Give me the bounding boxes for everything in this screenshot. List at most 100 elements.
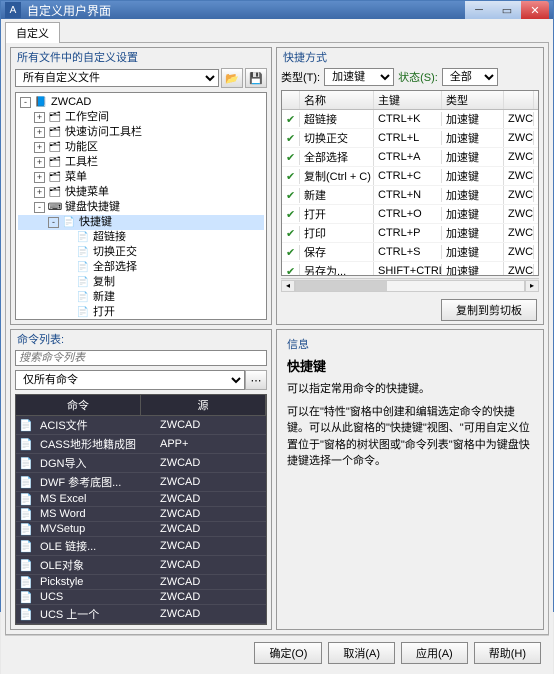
tab-customize[interactable]: 自定义	[5, 22, 60, 43]
open-file-button[interactable]: 📂	[221, 68, 243, 88]
footer: 确定(O) 取消(A) 应用(A) 帮助(H)	[5, 635, 549, 670]
main-window: A 自定义用户界面 ─ ▭ ✕ 自定义 所有文件中的自定义设置 所有自定义文件 …	[0, 0, 554, 612]
command-row[interactable]: 📄PickstyleZWCAD	[16, 575, 266, 590]
titlebar[interactable]: A 自定义用户界面 ─ ▭ ✕	[1, 1, 553, 19]
command-panel: 命令列表: 仅所有命令 ⋯ 命令源 📄ACIS文件ZWCAD📄CASS地形地籍成…	[10, 329, 272, 630]
save-file-button[interactable]: 💾	[245, 68, 267, 88]
shortcut-row[interactable]: ✔切换正交CTRL+L加速键ZWC	[282, 129, 538, 148]
scroll-right-icon[interactable]: ▸	[525, 280, 539, 292]
tree-node[interactable]: +🗂功能区	[18, 140, 264, 155]
maximize-button[interactable]: ▭	[493, 1, 521, 19]
expand-icon[interactable]: +	[34, 142, 45, 153]
expand-icon[interactable]: -	[48, 217, 59, 228]
node-label: 键盘快捷键	[65, 200, 120, 215]
command-row[interactable]: 📄ACIS文件ZWCAD	[16, 416, 266, 435]
tree-node[interactable]: 📄新建	[18, 290, 264, 305]
file-select[interactable]: 所有自定义文件	[15, 69, 219, 87]
type-select[interactable]: 加速键	[324, 68, 394, 86]
copy-clipboard-button[interactable]: 复制到剪切板	[441, 299, 537, 321]
node-label: 超链接	[93, 230, 126, 245]
shortcut-row[interactable]: ✔复制(Ctrl + C)CTRL+C加速键ZWC	[282, 167, 538, 186]
expand-icon[interactable]: +	[34, 172, 45, 183]
node-icon: 🗂	[48, 141, 62, 155]
shortcut-table[interactable]: 名称 主键 类型 ✔超链接CTRL+K加速键ZWC✔切换正交CTRL+L加速键Z…	[281, 90, 539, 276]
cmd-icon: 📄	[16, 559, 36, 572]
status-select[interactable]: 全部	[442, 68, 498, 86]
shortcut-row[interactable]: ✔超链接CTRL+K加速键ZWC	[282, 110, 538, 129]
info-heading: 快捷键	[287, 356, 533, 375]
info-p1: 可以指定常用命令的快捷键。	[287, 381, 533, 398]
tree-node[interactable]: 📄复制	[18, 275, 264, 290]
settings-tree[interactable]: -📘ZWCAD+🗂工作空间+🗂快速访问工具栏+🗂功能区+🗂工具栏+🗂菜单+🗂快捷…	[15, 92, 267, 320]
shortcut-row[interactable]: ✔保存CTRL+S加速键ZWC	[282, 243, 538, 262]
shortcut-row[interactable]: ✔打开CTRL+O加速键ZWC	[282, 205, 538, 224]
cmd-icon: 📄	[16, 419, 36, 432]
command-table[interactable]: 命令源 📄ACIS文件ZWCAD📄CASS地形地籍成图APP+📄DGN导入ZWC…	[15, 394, 267, 625]
node-label: 工具栏	[65, 155, 98, 170]
type-label: 类型(T):	[281, 69, 320, 85]
command-row[interactable]: 📄CASS地形地籍成图APP+	[16, 435, 266, 454]
tree-node[interactable]: +🗂快速访问工具栏	[18, 125, 264, 140]
info-panel: 信息 快捷键 可以指定常用命令的快捷键。 可以在"特性"窗格中创建和编辑选定命令…	[276, 329, 544, 630]
shortcut-hscroll[interactable]: ◂ ▸	[281, 278, 539, 292]
app-icon: A	[5, 2, 21, 18]
node-label: 快捷菜单	[65, 185, 109, 200]
tree-node[interactable]: -📘ZWCAD	[18, 95, 264, 110]
node-label: ZWCAD	[51, 95, 91, 110]
command-row[interactable]: 📄DGN导入ZWCAD	[16, 454, 266, 473]
tree-node[interactable]: 📄切换正交	[18, 245, 264, 260]
expand-icon[interactable]: +	[34, 157, 45, 168]
node-label: 快速访问工具栏	[65, 125, 142, 140]
expand-icon[interactable]: +	[34, 127, 45, 138]
node-icon: 🗂	[48, 126, 62, 140]
cmd-icon: 📄	[16, 438, 36, 451]
command-row[interactable]: 📄MVSetupZWCAD	[16, 522, 266, 537]
expand-icon[interactable]: -	[34, 202, 45, 213]
command-row[interactable]: 📄DWF 参考底图...ZWCAD	[16, 473, 266, 492]
tree-node[interactable]: -📄快捷键	[18, 215, 264, 230]
command-row[interactable]: 📄UCSZWCAD	[16, 590, 266, 605]
command-row[interactable]: 📄UCS 上一个ZWCAD	[16, 605, 266, 624]
tree-node[interactable]: 📄打开	[18, 305, 264, 320]
node-icon: 🗂	[48, 156, 62, 170]
tree-node[interactable]: +🗂菜单	[18, 170, 264, 185]
command-row[interactable]: 📄OLE对象ZWCAD	[16, 556, 266, 575]
command-search-input[interactable]	[15, 350, 267, 366]
expand-icon[interactable]: +	[34, 187, 45, 198]
apply-button[interactable]: 应用(A)	[401, 642, 468, 664]
node-icon: 📄	[76, 261, 90, 275]
command-title: 命令列表:	[11, 330, 271, 348]
tree-node[interactable]: +🗂工具栏	[18, 155, 264, 170]
cmd-icon: 📄	[16, 608, 36, 621]
cancel-button[interactable]: 取消(A)	[328, 642, 395, 664]
tree-node[interactable]: +🗂快捷菜单	[18, 185, 264, 200]
expand-icon[interactable]: -	[20, 97, 31, 108]
command-filter-select[interactable]: 仅所有命令	[15, 370, 245, 390]
scroll-left-icon[interactable]: ◂	[281, 280, 295, 292]
command-row[interactable]: 📄MS ExcelZWCAD	[16, 492, 266, 507]
node-icon: 📄	[76, 306, 90, 320]
node-label: 菜单	[65, 170, 87, 185]
cmd-icon: 📄	[16, 540, 36, 553]
command-row[interactable]: 📄OLE 链接...ZWCAD	[16, 537, 266, 556]
command-table-head: 命令源	[16, 395, 266, 416]
tree-node[interactable]: 📄超链接	[18, 230, 264, 245]
minimize-button[interactable]: ─	[465, 1, 493, 19]
node-label: 工作空间	[65, 110, 109, 125]
node-icon: 📄	[76, 231, 90, 245]
help-button[interactable]: 帮助(H)	[474, 642, 541, 664]
node-icon: 📄	[76, 246, 90, 260]
tree-node[interactable]: -⌨键盘快捷键	[18, 200, 264, 215]
shortcut-row[interactable]: ✔全部选择CTRL+A加速键ZWC	[282, 148, 538, 167]
command-row[interactable]: 📄MS WordZWCAD	[16, 507, 266, 522]
shortcut-row[interactable]: ✔打印CTRL+P加速键ZWC	[282, 224, 538, 243]
expand-icon[interactable]: +	[34, 112, 45, 123]
shortcut-row[interactable]: ✔另存为...SHIFT+CTRL+S加速键ZWC	[282, 262, 538, 276]
filter-icon-button[interactable]: ⋯	[245, 370, 267, 390]
shortcut-row[interactable]: ✔新建CTRL+N加速键ZWC	[282, 186, 538, 205]
close-button[interactable]: ✕	[521, 1, 549, 19]
tree-node[interactable]: 📄全部选择	[18, 260, 264, 275]
check-icon: ✔	[282, 169, 300, 184]
tree-node[interactable]: +🗂工作空间	[18, 110, 264, 125]
ok-button[interactable]: 确定(O)	[254, 642, 322, 664]
